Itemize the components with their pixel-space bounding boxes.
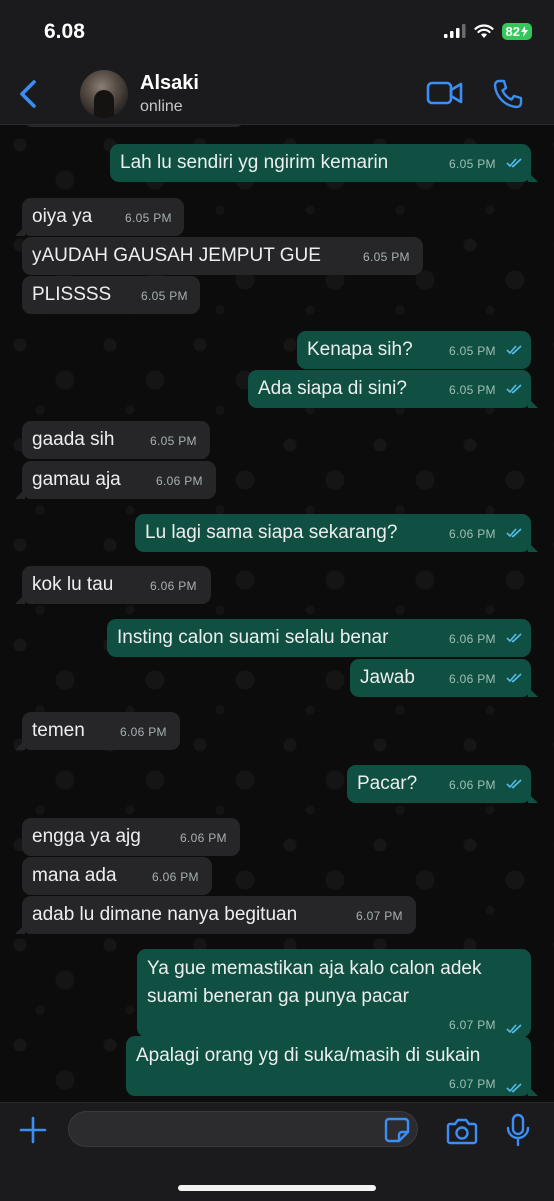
message-text: Kenapa sih? xyxy=(307,339,413,360)
double-check-icon xyxy=(506,1024,522,1034)
message-time: 6.06 PM xyxy=(156,474,203,488)
message-text: Apalagi orang yg di suka/masih di sukain xyxy=(136,1045,481,1066)
message-text: Pacar? xyxy=(357,773,418,794)
message-time: 6.07 PM xyxy=(356,909,403,923)
message-time: 6.06 PM xyxy=(449,632,496,646)
double-check-icon xyxy=(506,528,522,538)
message-time: 6.05 PM xyxy=(125,211,172,225)
message-text: yAUDAH GAUSAH JEMPUT GUE xyxy=(32,245,321,266)
phone-icon[interactable] xyxy=(492,78,524,110)
contact-avatar[interactable] xyxy=(80,70,128,118)
battery-indicator: 82 xyxy=(501,22,532,40)
status-icons: 82 xyxy=(443,21,532,41)
message-text: Insting calon suami selalu benar xyxy=(117,627,389,648)
message-bubble[interactable]: Kenapa sih? 6.05 PM xyxy=(297,331,531,369)
message-text: oiya ya xyxy=(32,206,93,227)
wifi-icon xyxy=(473,23,494,38)
message-text: Lu lagi sama siapa sekarang? xyxy=(145,522,398,543)
contact-status: online xyxy=(140,98,183,115)
video-call-icon[interactable] xyxy=(426,78,464,108)
message-bubble[interactable]: yAUDAH GAUSAH JEMPUT GUE 6.05 PM xyxy=(22,237,423,275)
message-time: 6.05 PM xyxy=(449,157,496,171)
double-check-icon xyxy=(506,158,522,168)
message-text: gamau aja xyxy=(32,469,121,490)
message-text: gaada sih xyxy=(32,429,115,450)
charging-icon xyxy=(521,25,528,37)
message-bubble[interactable]: kok lu tau 6.06 PM xyxy=(15,566,211,604)
message-bubble[interactable]: Lah lu sendiri yg ngirim kemarin 6.05 PM xyxy=(110,144,538,182)
message-text-line: Ya gue memastikan aja kalo calon adek xyxy=(147,958,482,979)
message-bubble[interactable]: mana ada 6.06 PM xyxy=(22,857,212,895)
message-text: mana ada xyxy=(32,865,117,886)
status-bar: 6.08 82 xyxy=(0,0,554,64)
message-bubble[interactable]: Ada siapa di sini? 6.05 PM xyxy=(248,370,538,408)
plus-icon[interactable] xyxy=(18,1115,48,1145)
message-text: Jawab xyxy=(360,667,415,688)
message-bubble[interactable]: Insting calon suami selalu benar 6.06 PM xyxy=(107,619,531,657)
message-bubble[interactable]: gaada sih 6.05 PM xyxy=(22,421,210,459)
signal-icon xyxy=(443,24,466,38)
back-chevron-icon[interactable] xyxy=(12,76,44,112)
message-bubble[interactable]: Pacar? 6.06 PM xyxy=(347,765,538,803)
message-bubble[interactable]: Ya gue memastikan aja kalo calon adek su… xyxy=(137,949,531,1037)
message-bubble[interactable]: oiya ya 6.05 PM xyxy=(15,198,184,236)
message-time: 6.05 PM xyxy=(449,344,496,358)
message-text: Lah lu sendiri yg ngirim kemarin xyxy=(120,152,389,173)
chat-area[interactable]: Lah lu sendiri yg ngirim kemarin 6.05 PM… xyxy=(0,125,554,1102)
double-check-icon xyxy=(506,673,522,683)
message-time: 6.05 PM xyxy=(141,289,188,303)
message-time: 6.06 PM xyxy=(152,870,199,884)
message-time: 6.07 PM xyxy=(449,1077,496,1091)
double-check-icon xyxy=(506,384,522,394)
partial-bubble-top xyxy=(24,125,244,127)
message-bubble[interactable]: adab lu dimane nanya begituan 6.07 PM xyxy=(15,896,416,934)
message-bubble[interactable]: Jawab 6.06 PM xyxy=(350,659,538,697)
message-bubble[interactable]: temen 6.06 PM xyxy=(15,712,180,750)
message-time: 6.05 PM xyxy=(150,434,197,448)
message-text: kok lu tau xyxy=(32,574,114,595)
status-time: 6.08 xyxy=(44,20,85,43)
message-bubble[interactable]: engga ya ajg 6.06 PM xyxy=(22,818,240,856)
message-time: 6.06 PM xyxy=(180,831,227,845)
chat-header: Alsaki online xyxy=(0,64,554,125)
message-bubble[interactable]: PLISSSS 6.05 PM xyxy=(22,276,200,314)
double-check-icon xyxy=(506,633,522,643)
double-check-icon xyxy=(506,345,522,355)
message-time: 6.06 PM xyxy=(449,778,496,792)
message-time: 6.06 PM xyxy=(120,725,167,739)
message-bubble[interactable]: Apalagi orang yg di suka/masih di sukain… xyxy=(126,1036,538,1096)
double-check-icon xyxy=(506,1083,522,1093)
message-text: PLISSSS xyxy=(32,284,112,305)
message-time: 6.06 PM xyxy=(449,672,496,686)
sticker-icon[interactable] xyxy=(384,1117,410,1143)
message-time: 6.07 PM xyxy=(449,1018,496,1032)
contact-name[interactable]: Alsaki xyxy=(140,72,199,95)
message-time: 6.06 PM xyxy=(150,579,197,593)
message-text-line: suami beneran ga punya pacar xyxy=(147,986,409,1007)
home-indicator xyxy=(178,1185,376,1191)
message-text: adab lu dimane nanya begituan xyxy=(32,904,298,925)
message-time: 6.06 PM xyxy=(449,527,496,541)
camera-icon[interactable] xyxy=(446,1117,478,1145)
message-text: engga ya ajg xyxy=(32,826,141,847)
message-time: 6.05 PM xyxy=(363,250,410,264)
message-text: temen xyxy=(32,720,85,741)
message-bubble[interactable]: Lu lagi sama siapa sekarang? 6.06 PM xyxy=(135,514,538,552)
message-time: 6.05 PM xyxy=(449,383,496,397)
microphone-icon[interactable] xyxy=(506,1113,530,1147)
message-input[interactable] xyxy=(68,1111,418,1147)
battery-level: 82 xyxy=(505,23,520,39)
message-text: Ada siapa di sini? xyxy=(258,378,407,399)
double-check-icon xyxy=(506,779,522,789)
message-input-bar xyxy=(0,1102,554,1201)
message-bubble[interactable]: gamau aja 6.06 PM xyxy=(15,461,216,499)
